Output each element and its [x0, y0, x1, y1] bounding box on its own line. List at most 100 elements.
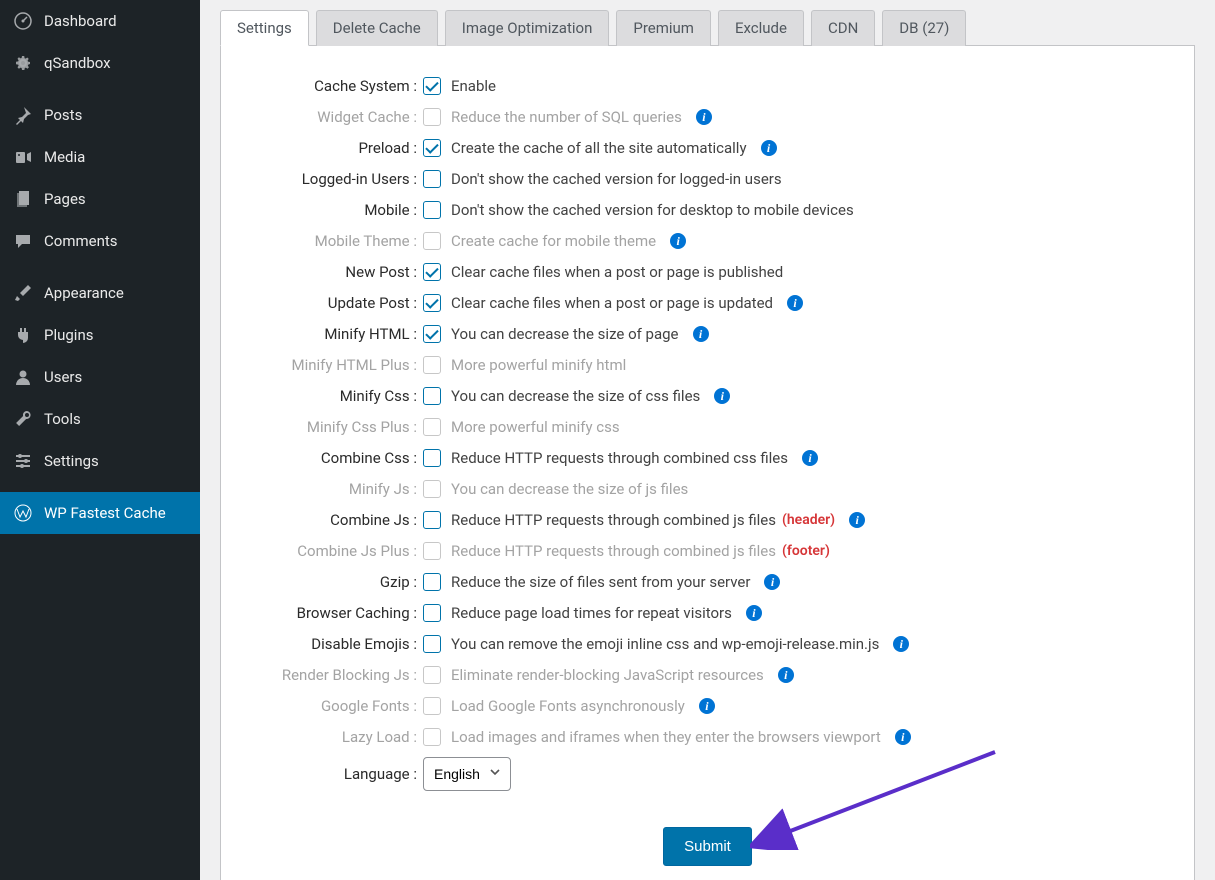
row-lazy-load: Lazy Load :Load images and iframes when …: [249, 726, 1166, 748]
row-disable-emojis: Disable Emojis :You can remove the emoji…: [249, 633, 1166, 655]
label-render-blocking-js: Render Blocking Js :: [249, 666, 423, 684]
sidebar-item-media[interactable]: Media: [0, 136, 200, 178]
sidebar-item-users[interactable]: Users: [0, 356, 200, 398]
info-icon[interactable]: i: [802, 450, 818, 466]
sidebar-item-wpfc[interactable]: WP Fastest Cache: [0, 492, 200, 534]
checkbox-logged-in-users[interactable]: [423, 170, 441, 188]
desc-disable-emojis: You can remove the emoji inline css and …: [451, 635, 879, 653]
info-icon[interactable]: i: [761, 140, 777, 156]
desc-minify-js: You can decrease the size of js files: [451, 480, 688, 498]
desc-minify-css-plus: More powerful minify css: [451, 418, 620, 436]
note-combine-js-plus: (footer): [782, 543, 830, 559]
wpfc-icon: [12, 502, 34, 524]
checkbox-preload[interactable]: [423, 139, 441, 157]
info-icon[interactable]: i: [699, 698, 715, 714]
desc-render-blocking-js: Eliminate render-blocking JavaScript res…: [451, 666, 764, 684]
row-mobile-theme: Mobile Theme :Create cache for mobile th…: [249, 230, 1166, 252]
info-icon[interactable]: i: [895, 729, 911, 745]
desc-mobile: Don't show the cached version for deskto…: [451, 201, 854, 219]
sidebar-item-label: Pages: [44, 190, 86, 208]
tab-image-optimization[interactable]: Image Optimization: [445, 10, 610, 46]
row-minify-html-plus: Minify HTML Plus :More powerful minify h…: [249, 354, 1166, 376]
checkbox-combine-js[interactable]: [423, 511, 441, 529]
info-icon[interactable]: i: [746, 605, 762, 621]
row-combine-css: Combine Css :Reduce HTTP requests throug…: [249, 447, 1166, 469]
checkbox-new-post[interactable]: [423, 263, 441, 281]
sidebar-item-label: Plugins: [44, 326, 93, 344]
info-icon[interactable]: i: [714, 388, 730, 404]
media-icon: [12, 146, 34, 168]
sidebar-item-dashboard[interactable]: Dashboard: [0, 0, 200, 42]
label-minify-css-plus: Minify Css Plus :: [249, 418, 423, 436]
sidebar-item-label: Posts: [44, 106, 82, 124]
main-panel: SettingsDelete CacheImage OptimizationPr…: [200, 0, 1215, 880]
sidebar-item-plugins[interactable]: Plugins: [0, 314, 200, 356]
info-icon[interactable]: i: [696, 109, 712, 125]
sidebar-item-qsandbox[interactable]: qSandbox: [0, 42, 200, 84]
row-mobile: Mobile :Don't show the cached version fo…: [249, 199, 1166, 221]
info-icon[interactable]: i: [787, 295, 803, 311]
info-icon[interactable]: i: [893, 636, 909, 652]
brush-icon: [12, 282, 34, 304]
label-minify-html: Minify HTML :: [249, 325, 423, 343]
checkbox-disable-emojis[interactable]: [423, 635, 441, 653]
tab-settings[interactable]: Settings: [220, 10, 309, 46]
tab-db-27-[interactable]: DB (27): [882, 10, 966, 46]
sidebar-item-comments[interactable]: Comments: [0, 220, 200, 262]
info-icon[interactable]: i: [778, 667, 794, 683]
desc-logged-in-users: Don't show the cached version for logged…: [451, 170, 782, 188]
desc-lazy-load: Load images and iframes when they enter …: [451, 728, 881, 746]
label-combine-css: Combine Css :: [249, 449, 423, 467]
label-minify-js: Minify Js :: [249, 480, 423, 498]
checkbox-update-post[interactable]: [423, 294, 441, 312]
tab-premium[interactable]: Premium: [616, 10, 711, 46]
info-icon[interactable]: i: [849, 512, 865, 528]
label-combine-js: Combine Js :: [249, 511, 423, 529]
checkbox-minify-html-plus: [423, 356, 441, 374]
label-cache-system: Cache System :: [249, 77, 423, 95]
checkbox-gzip[interactable]: [423, 573, 441, 591]
sidebar-item-appearance[interactable]: Appearance: [0, 272, 200, 314]
checkbox-combine-css[interactable]: [423, 449, 441, 467]
tab-cdn[interactable]: CDN: [811, 10, 875, 46]
info-icon[interactable]: i: [670, 233, 686, 249]
sidebar-item-settings[interactable]: Settings: [0, 440, 200, 482]
label-minify-html-plus: Minify HTML Plus :: [249, 356, 423, 374]
info-icon[interactable]: i: [764, 574, 780, 590]
row-logged-in-users: Logged-in Users :Don't show the cached v…: [249, 168, 1166, 190]
desc-mobile-theme: Create cache for mobile theme: [451, 232, 656, 250]
checkbox-combine-js-plus: [423, 542, 441, 560]
tab-delete-cache[interactable]: Delete Cache: [316, 10, 438, 46]
page-icon: [12, 188, 34, 210]
checkbox-browser-caching[interactable]: [423, 604, 441, 622]
language-select[interactable]: English: [423, 757, 511, 791]
label-update-post: Update Post :: [249, 294, 423, 312]
checkbox-minify-js: [423, 480, 441, 498]
sidebar-item-pages[interactable]: Pages: [0, 178, 200, 220]
tab-bar: SettingsDelete CacheImage OptimizationPr…: [220, 0, 1195, 46]
row-combine-js-plus: Combine Js Plus :Reduce HTTP requests th…: [249, 540, 1166, 562]
sidebar-item-label: qSandbox: [44, 54, 111, 72]
tab-exclude[interactable]: Exclude: [718, 10, 804, 46]
desc-google-fonts: Load Google Fonts asynchronously: [451, 697, 685, 715]
info-icon[interactable]: i: [693, 326, 709, 342]
checkbox-cache-system[interactable]: [423, 77, 441, 95]
desc-update-post: Clear cache files when a post or page is…: [451, 294, 773, 312]
checkbox-minify-css[interactable]: [423, 387, 441, 405]
pin-icon: [12, 104, 34, 126]
sidebar-item-tools[interactable]: Tools: [0, 398, 200, 440]
sidebar-item-label: Media: [44, 148, 85, 166]
plug-icon: [12, 324, 34, 346]
sidebar-item-posts[interactable]: Posts: [0, 94, 200, 136]
label-language: Language :: [249, 765, 423, 783]
checkbox-google-fonts: [423, 697, 441, 715]
checkbox-mobile-theme: [423, 232, 441, 250]
checkbox-minify-html[interactable]: [423, 325, 441, 343]
sidebar-item-label: Users: [44, 368, 82, 386]
checkbox-mobile[interactable]: [423, 201, 441, 219]
sidebar-item-label: WP Fastest Cache: [44, 504, 166, 522]
submit-button[interactable]: Submit: [663, 827, 752, 866]
label-new-post: New Post :: [249, 263, 423, 281]
label-widget-cache: Widget Cache :: [249, 108, 423, 126]
note-combine-js: (header): [782, 512, 835, 528]
